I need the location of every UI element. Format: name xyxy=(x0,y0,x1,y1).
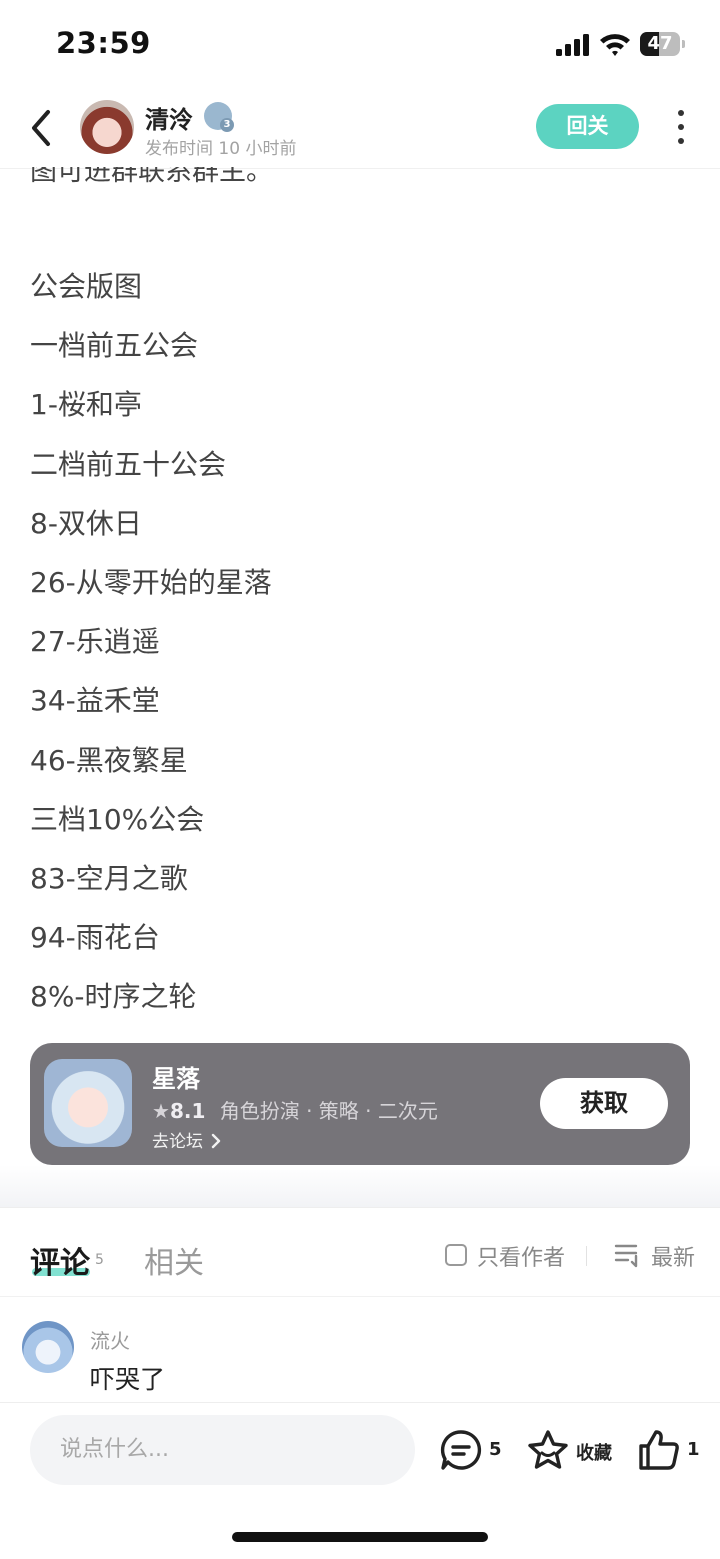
article-line: 34-益禾堂 xyxy=(30,684,160,717)
article-line: 公会版图 xyxy=(30,270,143,303)
section-fade xyxy=(0,1165,720,1207)
divider xyxy=(0,1207,720,1208)
tab-related[interactable]: 相关 xyxy=(144,1238,204,1282)
home-indicator[interactable] xyxy=(232,1532,488,1542)
star-icon[interactable] xyxy=(526,1428,570,1472)
author-only-label[interactable]: 只看作者 xyxy=(477,1240,565,1272)
level-badge-icon: 3 xyxy=(204,102,234,132)
back-chevron-icon[interactable] xyxy=(28,108,56,148)
cellular-signal-icon xyxy=(556,34,589,56)
article-line: 一档前五公会 xyxy=(30,329,199,362)
article-line: 8%-时序之轮 xyxy=(30,980,197,1013)
game-card[interactable]: 星落 ★8.1 角色扮演 · 策略 · 二次元 去论坛 获取 xyxy=(30,1043,690,1165)
wifi-icon xyxy=(600,34,630,56)
status-time: 23:59 xyxy=(56,26,151,60)
get-game-button[interactable]: 获取 xyxy=(540,1078,668,1129)
comment-input[interactable]: 说点什么... xyxy=(30,1415,415,1485)
game-rating: 8.1 xyxy=(169,1099,206,1123)
battery-icon: 47 xyxy=(640,32,685,56)
article-line: 26-从零开始的星落 xyxy=(30,566,272,599)
thumbs-up-icon[interactable] xyxy=(637,1428,681,1472)
follow-back-button[interactable]: 回关 xyxy=(536,104,639,149)
game-rating-row: ★8.1 角色扮演 · 策略 · 二次元 xyxy=(152,1095,438,1124)
commenter-avatar[interactable] xyxy=(22,1321,74,1373)
author-name[interactable]: 清泠 xyxy=(145,100,193,135)
more-options-icon[interactable] xyxy=(676,110,686,146)
publish-time: 发布时间 10 小时前 xyxy=(145,139,297,159)
commenter-name[interactable]: 流火 xyxy=(90,1325,130,1354)
article-line: 83-空月之歌 xyxy=(30,862,188,895)
article-line: 8-双休日 xyxy=(30,507,142,540)
game-icon[interactable] xyxy=(44,1059,132,1147)
article-line: 94-雨花台 xyxy=(30,921,160,954)
like-count: 1 xyxy=(687,1439,700,1460)
article-line: 1-桜和亭 xyxy=(30,388,142,421)
author-avatar[interactable] xyxy=(80,100,134,154)
author-only-checkbox[interactable] xyxy=(445,1244,467,1266)
go-to-forum-link[interactable]: 去论坛 xyxy=(152,1127,222,1152)
sort-latest[interactable]: 最新 xyxy=(651,1240,695,1272)
article-line: 27-乐逍遥 xyxy=(30,625,160,658)
article-line: 二档前五十公会 xyxy=(30,448,227,481)
article-line: 46-黑夜繁星 xyxy=(30,744,188,777)
level-badge-number: 3 xyxy=(220,118,234,132)
comment-count: 5 xyxy=(489,1439,502,1460)
post-header: 清泠 3 发布时间 10 小时前 回关 xyxy=(0,88,720,169)
game-tags: 角色扮演 · 策略 · 二次元 xyxy=(219,1099,438,1123)
comment-bubble-icon[interactable] xyxy=(439,1428,483,1472)
tab-comments[interactable]: 评论 xyxy=(30,1238,90,1282)
filter-divider xyxy=(586,1246,587,1266)
favorite-label[interactable]: 收藏 xyxy=(576,1439,612,1465)
comment-text[interactable]: 吓哭了 xyxy=(90,1360,165,1396)
article-line: 三档10%公会 xyxy=(30,803,205,836)
star-icon: ★ xyxy=(152,1099,170,1123)
chevron-right-icon xyxy=(212,1133,221,1149)
divider xyxy=(0,1296,720,1297)
forum-link-label: 去论坛 xyxy=(152,1132,203,1152)
sort-list-icon[interactable] xyxy=(614,1242,642,1268)
comments-count: 5 xyxy=(95,1252,104,1268)
game-name: 星落 xyxy=(152,1065,200,1093)
battery-level: 47 xyxy=(647,33,673,54)
